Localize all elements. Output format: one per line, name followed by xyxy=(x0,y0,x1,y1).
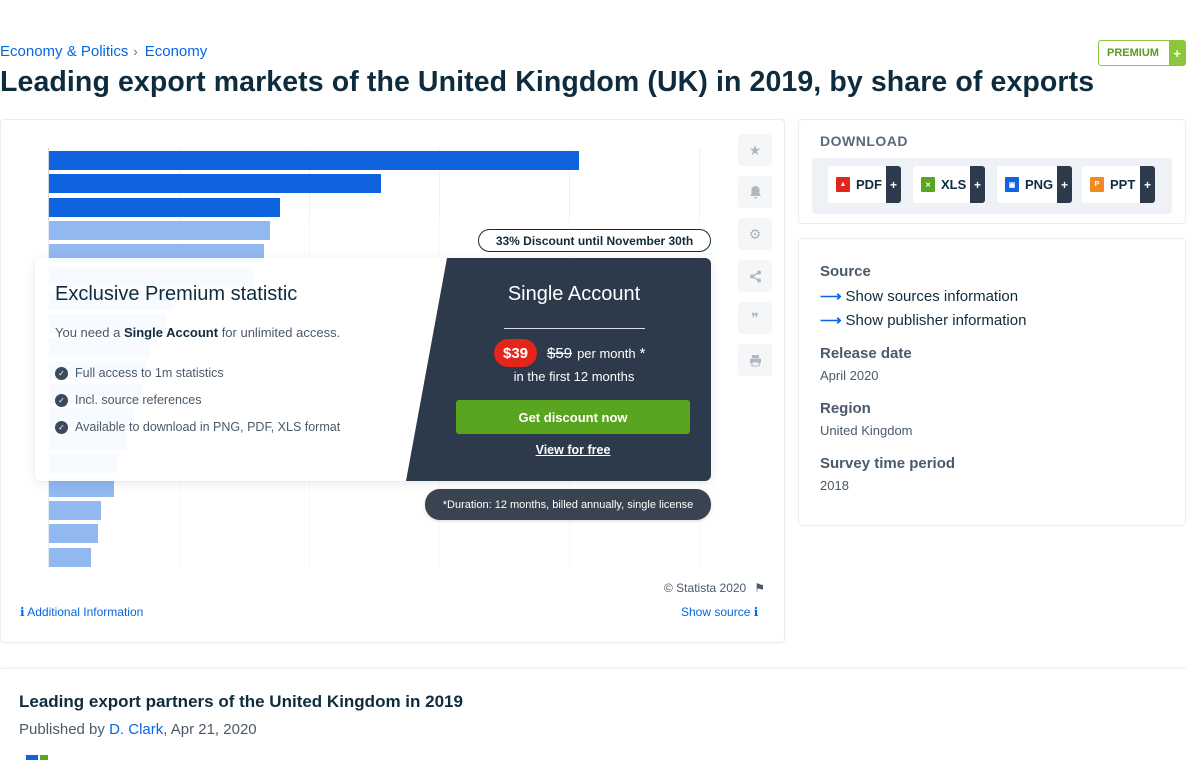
download-title: DOWNLOAD xyxy=(820,133,908,149)
feature-item: ✓ Full access to 1m statistics xyxy=(55,366,224,380)
published-by: Published by D. Clark, Apr 21, 2020 xyxy=(19,721,257,738)
show-sources-label: Show sources information xyxy=(845,288,1019,305)
paywall-need-text: You need a Single Account for unlimited … xyxy=(55,325,340,340)
chart-bar xyxy=(49,174,381,194)
paywall-need-account: Single Account xyxy=(123,325,219,340)
breadcrumb-item-economy[interactable]: Economy xyxy=(145,43,208,60)
source-label: Source xyxy=(820,263,871,280)
show-publisher-link[interactable]: ⟶ Show publisher information xyxy=(820,311,1026,329)
single-account-title: Single Account xyxy=(507,283,641,305)
premium-label: PREMIUM xyxy=(1107,47,1159,59)
discount-price: $39 xyxy=(494,339,538,367)
published-date: , Apr 21, 2020 xyxy=(163,721,257,738)
show-source-link[interactable]: Show source ℹ xyxy=(681,605,758,619)
download-png-button[interactable]: ▣ PNG + xyxy=(997,166,1072,203)
show-sources-link[interactable]: ⟶ Show sources information xyxy=(820,287,1018,305)
page-title: Leading export markets of the United Kin… xyxy=(0,66,1095,98)
premium-badge[interactable]: PREMIUM + xyxy=(1098,40,1186,66)
plus-icon: + xyxy=(970,166,985,203)
print-icon[interactable] xyxy=(738,344,772,376)
download-card: DOWNLOAD ▲ PDF + ✕ XLS + ▣ PNG + P PPT + xyxy=(798,119,1186,224)
premium-plus-icon: + xyxy=(1169,41,1185,65)
info-card: Source ⟶ Show sources information ⟶ Show p… xyxy=(798,238,1186,526)
download-xls-label: XLS xyxy=(941,177,967,192)
download-pdf-label: PDF xyxy=(856,177,882,192)
feature-label: Incl. source references xyxy=(75,393,202,407)
copyright: © Statista 2020 ⚑ xyxy=(664,581,765,595)
related-statistic-card: Leading export partners of the United Ki… xyxy=(0,668,1186,760)
download-buttons: ▲ PDF + ✕ XLS + ▣ PNG + P PPT + xyxy=(812,158,1172,214)
divider xyxy=(504,328,645,329)
check-icon: ✓ xyxy=(55,420,68,434)
original-price: $59 xyxy=(547,344,573,362)
bell-icon[interactable] xyxy=(738,176,772,208)
chart-card: ★ ⚙ ❞ 33% Discount until November 30th E… xyxy=(0,119,785,643)
xls-file-icon: ✕ xyxy=(921,177,935,192)
chart-toolbar: ★ ⚙ ❞ xyxy=(738,134,772,376)
feature-label: Available to download in PNG, PDF, XLS f… xyxy=(75,420,341,434)
release-date-value: April 2020 xyxy=(820,368,879,383)
chart-bar xyxy=(49,151,579,170)
arrow-right-icon: ⟶ xyxy=(820,288,842,305)
price-row: $39 $59 per month * xyxy=(494,339,645,367)
paywall-overlay: Exclusive Premium statistic You need a S… xyxy=(35,258,711,481)
paywall-need-suffix: for unlimited access. xyxy=(218,325,341,340)
region-value: United Kingdom xyxy=(820,423,913,438)
download-ppt-label: PPT xyxy=(1110,177,1136,192)
paywall-title: Exclusive Premium statistic xyxy=(55,283,298,305)
breadcrumb: Economy & Politics › Economy xyxy=(0,43,207,60)
paywall-need-prefix: You need a xyxy=(55,325,124,340)
show-publisher-label: Show publisher information xyxy=(845,312,1027,329)
survey-period-value: 2018 xyxy=(820,478,849,493)
discount-pill: 33% Discount until November 30th xyxy=(478,229,711,252)
published-prefix: Published by xyxy=(19,721,110,738)
gear-icon[interactable]: ⚙ xyxy=(738,218,772,250)
release-date-label: Release date xyxy=(820,345,912,362)
info-icon: ℹ xyxy=(20,605,25,619)
plus-icon: + xyxy=(1140,166,1155,203)
get-discount-button[interactable]: Get discount now xyxy=(456,400,690,434)
show-source-label: Show source xyxy=(681,605,751,619)
first-months-note: in the first 12 months xyxy=(513,369,635,384)
png-file-icon: ▣ xyxy=(1005,177,1019,192)
feature-label: Full access to 1m statistics xyxy=(75,366,224,380)
download-pdf-button[interactable]: ▲ PDF + xyxy=(828,166,901,203)
info-icon: ℹ xyxy=(753,605,759,619)
share-icon[interactable] xyxy=(738,260,772,292)
region-label: Region xyxy=(820,400,871,417)
check-icon: ✓ xyxy=(55,366,68,380)
statista-logo-icon xyxy=(26,755,54,760)
related-title[interactable]: Leading export partners of the United Ki… xyxy=(19,692,463,712)
price-asterisk: * xyxy=(639,344,646,362)
download-xls-button[interactable]: ✕ XLS + xyxy=(913,166,985,203)
feature-item: ✓ Incl. source references xyxy=(55,393,201,407)
feature-item: ✓ Available to download in PNG, PDF, XLS … xyxy=(55,420,340,434)
breadcrumb-separator: › xyxy=(133,44,138,59)
chart-bar xyxy=(49,197,280,217)
pdf-file-icon: ▲ xyxy=(836,177,850,192)
flag-icon[interactable]: ⚑ xyxy=(754,581,765,595)
additional-info-link[interactable]: ℹ Additional Information xyxy=(20,605,143,619)
star-icon[interactable]: ★ xyxy=(738,134,772,166)
duration-note: *Duration: 12 months, billed annually, s… xyxy=(425,489,711,520)
breadcrumb-item-economy-politics[interactable]: Economy & Politics xyxy=(0,43,128,60)
arrow-right-icon: ⟶ xyxy=(820,312,842,329)
author-link[interactable]: D. Clark xyxy=(109,721,163,738)
plus-icon: + xyxy=(1057,166,1072,203)
per-month-label: per month xyxy=(577,345,636,361)
download-ppt-button[interactable]: P PPT + xyxy=(1082,166,1155,203)
additional-info-label: Additional Information xyxy=(27,605,144,619)
copyright-text: © Statista 2020 xyxy=(664,581,747,595)
plus-icon: + xyxy=(886,166,901,203)
view-for-free-link[interactable]: View for free xyxy=(456,443,690,457)
check-icon: ✓ xyxy=(55,393,68,407)
ppt-file-icon: P xyxy=(1090,177,1104,192)
quote-icon[interactable]: ❞ xyxy=(738,302,772,334)
survey-period-label: Survey time period xyxy=(820,455,956,472)
download-png-label: PNG xyxy=(1025,177,1054,192)
